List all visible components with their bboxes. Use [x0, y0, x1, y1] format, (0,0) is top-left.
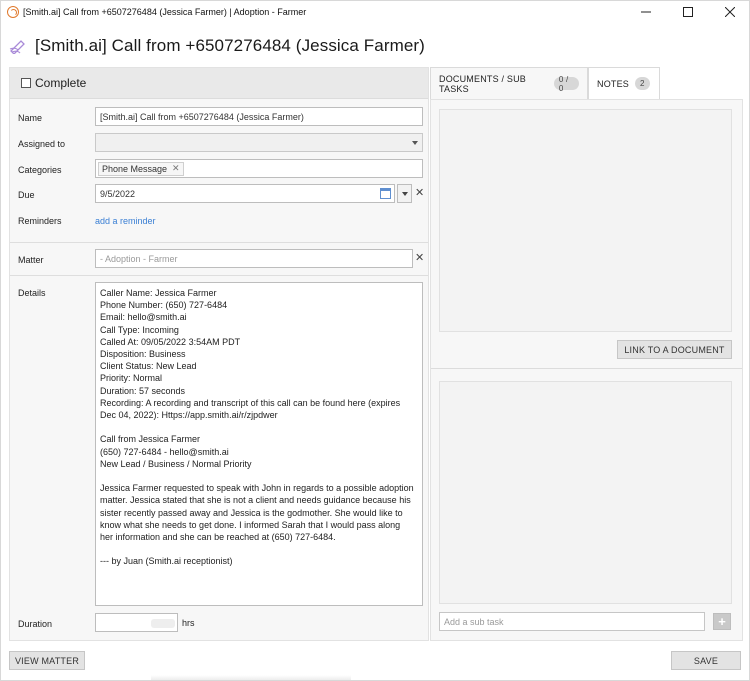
divider — [10, 242, 428, 243]
reminders-label: Reminders — [18, 216, 62, 226]
assigned-to-label: Assigned to — [18, 139, 66, 149]
add-reminder-link[interactable]: add a reminder — [95, 216, 156, 226]
details-line: Dec 04, 2022): Https://app.smith.ai/r/zj… — [100, 410, 278, 421]
view-matter-button[interactable]: VIEW MATTER — [9, 651, 85, 670]
clear-matter-icon[interactable]: ✕ — [415, 253, 424, 264]
background-peek — [151, 675, 351, 680]
category-tag: Phone Message ✕ — [98, 161, 184, 176]
complete-bar: Complete — [10, 68, 428, 99]
chevron-down-icon — [401, 191, 408, 196]
calendar-icon[interactable] — [380, 188, 391, 199]
due-date-field[interactable]: 9/5/2022 — [95, 184, 395, 203]
details-line: know what she needs to get done. I infor… — [100, 519, 401, 530]
details-line — [100, 421, 418, 433]
matter-field[interactable]: - Adoption - Farmer — [95, 249, 413, 268]
details-line: Email: hello@smith.ai — [100, 312, 187, 323]
details-line: --- by Juan (Smith.ai receptionist) — [100, 556, 233, 567]
close-icon — [725, 7, 735, 17]
task-form-panel: Complete Name [Smith.ai] Call from +6507… — [9, 67, 429, 641]
subtasks-list — [439, 381, 732, 604]
details-line: Phone Number: (650) 727-6484 — [100, 300, 228, 311]
documents-count-badge: 0 / 0 — [553, 75, 579, 93]
task-header: [Smith.ai] Call from +6507276484 (Jessic… — [1, 29, 749, 63]
tab-documents-label: DOCUMENTS / SUB TASKS — [439, 73, 527, 94]
details-line: Client Status: New Lead — [100, 361, 197, 372]
details-line: sister recently passed away and Jessica … — [100, 507, 403, 518]
remove-tag-icon[interactable]: ✕ — [172, 163, 180, 174]
pencil-task-icon — [9, 40, 25, 54]
details-line: Recording: A recording and transcript of… — [100, 397, 401, 408]
complete-label: Complete — [35, 76, 87, 90]
details-line: Jessica Farmer requested to speak with J… — [100, 483, 414, 494]
window-controls — [625, 1, 749, 23]
details-line — [100, 470, 418, 482]
divider — [10, 275, 428, 276]
details-line: Priority: Normal — [100, 373, 163, 384]
details-line: Caller Name: Jessica Farmer — [100, 288, 217, 298]
minimize-icon — [641, 11, 651, 13]
details-label: Details — [18, 288, 46, 298]
title-bar: [Smith.ai] Call from +6507276484 (Jessic… — [1, 1, 749, 23]
categories-label: Categories — [18, 165, 62, 175]
documents-list — [439, 109, 732, 332]
details-line — [100, 543, 418, 555]
details-line: her information and she can be reached a… — [100, 532, 336, 543]
divider — [431, 368, 742, 369]
tab-notes-label: NOTES — [597, 78, 630, 89]
details-textarea[interactable]: Caller Name: Jessica Farmer Phone Number… — [95, 282, 423, 606]
chevron-down-icon — [412, 141, 418, 145]
minimize-button[interactable] — [625, 1, 667, 23]
link-document-button[interactable]: LINK TO A DOCUMENT — [617, 340, 732, 359]
complete-checkbox[interactable] — [21, 78, 31, 88]
details-line: Call Type: Incoming — [100, 324, 179, 335]
due-date-dropdown-button[interactable] — [397, 184, 412, 203]
details-line: Call from Jessica Farmer — [100, 434, 201, 445]
task-window: [Smith.ai] Call from +6507276484 (Jessic… — [0, 0, 750, 681]
details-line: New Lead / Business / Normal Priority — [100, 458, 252, 469]
details-line: matter. Jessica stated that she is not a… — [100, 495, 411, 506]
matter-placeholder: - Adoption - Farmer — [100, 253, 178, 264]
close-button[interactable] — [709, 1, 749, 23]
maximize-icon — [683, 7, 693, 17]
app-logo-icon — [7, 6, 19, 18]
duration-value-redacted — [151, 619, 175, 628]
tab-documents-subtasks[interactable]: DOCUMENTS / SUB TASKS 0 / 0 — [430, 67, 588, 99]
documents-panel: LINK TO A DOCUMENT Add a sub task + — [430, 99, 743, 641]
window-title: [Smith.ai] Call from +6507276484 (Jessic… — [23, 7, 307, 17]
due-date-value: 9/5/2022 — [100, 188, 136, 199]
matter-label: Matter — [18, 255, 44, 265]
assigned-to-select[interactable] — [95, 133, 423, 152]
name-value: [Smith.ai] Call from +6507276484 (Jessic… — [100, 111, 304, 122]
name-label: Name — [18, 113, 43, 123]
name-field[interactable]: [Smith.ai] Call from +6507276484 (Jessic… — [95, 107, 423, 126]
clear-due-date-icon[interactable]: ✕ — [415, 188, 424, 199]
notes-count-badge: 2 — [635, 77, 650, 90]
save-button[interactable]: SAVE — [671, 651, 741, 670]
categories-field[interactable]: Phone Message ✕ — [95, 159, 423, 178]
add-subtask-button[interactable]: + — [713, 613, 731, 630]
right-tabs: DOCUMENTS / SUB TASKS 0 / 0 NOTES 2 — [430, 67, 743, 99]
details-line: Called At: 09/05/2022 3:54AM PDT — [100, 336, 241, 347]
maximize-button[interactable] — [667, 1, 709, 23]
add-subtask-input[interactable]: Add a sub task — [439, 612, 705, 631]
details-line: (650) 727-6484 - hello@smith.ai — [100, 446, 229, 457]
duration-label: Duration — [18, 619, 53, 629]
category-tag-label: Phone Message — [102, 163, 168, 174]
due-label: Due — [18, 190, 35, 200]
duration-unit: hrs — [182, 618, 195, 628]
duration-input[interactable] — [95, 613, 178, 632]
page-title: [Smith.ai] Call from +6507276484 (Jessic… — [35, 36, 425, 55]
tab-notes[interactable]: NOTES 2 — [588, 67, 660, 99]
details-line: Duration: 57 seconds — [100, 385, 186, 396]
details-line: Disposition: Business — [100, 349, 186, 360]
